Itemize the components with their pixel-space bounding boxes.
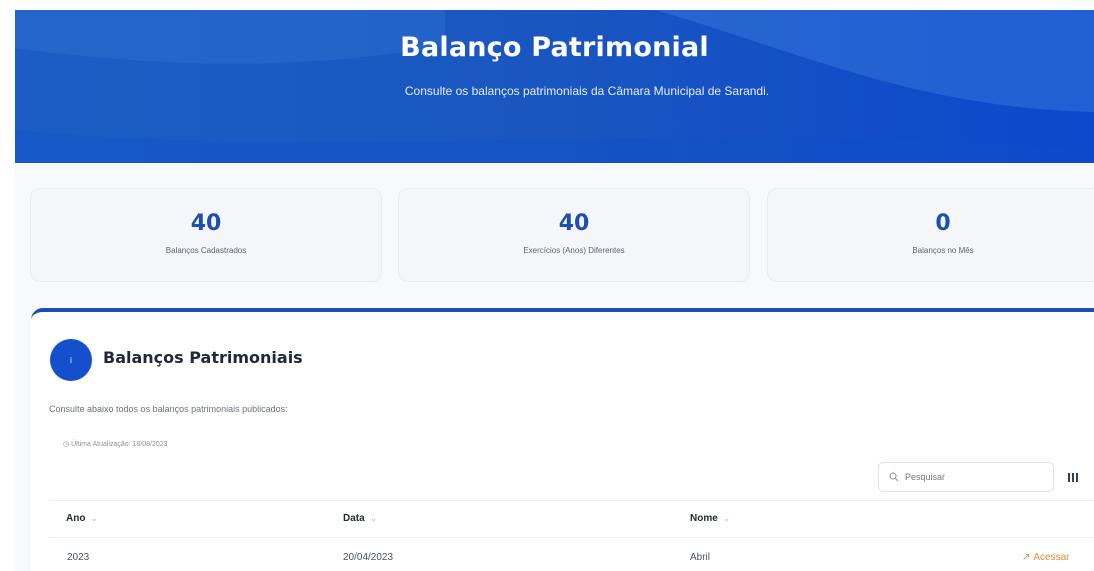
external-link-icon: ↗ xyxy=(1022,552,1031,563)
stat-card-balancos-no-mes: 0 Balanços no Mês xyxy=(767,188,1094,282)
cell-data: 20/04/2023 xyxy=(343,552,394,563)
search-input[interactable] xyxy=(905,472,1035,482)
columns-toggle-icon[interactable] xyxy=(1065,469,1081,485)
column-label: Ano xyxy=(66,513,86,524)
column-header-ano[interactable]: Ano ⌄ xyxy=(66,513,98,524)
panel-title: Balanços Patrimoniais xyxy=(103,348,303,367)
stat-value: 40 xyxy=(190,211,222,236)
column-header-nome[interactable]: Nome ⌄ xyxy=(690,513,730,524)
column-header-data[interactable]: Data ⌄ xyxy=(343,513,377,524)
stat-card-balancos-cadastrados: 40 Balanços Cadastrados xyxy=(30,188,382,282)
acessar-link[interactable]: ↗ Acessar xyxy=(1022,552,1070,563)
stat-label: Balanços no Mês xyxy=(912,246,974,255)
stat-value: 40 xyxy=(558,211,590,236)
stat-value: 0 xyxy=(935,211,951,236)
page-subtitle: Consulte os balanços patrimoniais da Câm… xyxy=(404,84,770,98)
table-header: Ano ⌄ Data ⌄ Nome ⌄ xyxy=(49,500,1094,538)
sort-icon: ⌄ xyxy=(722,513,731,523)
table-row: 2023 20/04/2023 Abril ↗ Acessar xyxy=(49,542,1094,571)
column-label: Nome xyxy=(690,513,718,524)
last-updated: ◷ Última Atualização: 18/08/2023 xyxy=(63,440,168,448)
cell-ano: 2023 xyxy=(67,552,90,563)
panel-description: Consulte abaixo todos os balanços patrim… xyxy=(49,404,288,414)
page-header: Balanço Patrimonial Consulte os balanços… xyxy=(15,10,1094,163)
stat-label: Exercícios (Anos) Diferentes xyxy=(523,246,625,255)
clock-icon: ◷ xyxy=(63,441,70,448)
stat-card-exercicios: 40 Exercícios (Anos) Diferentes xyxy=(398,188,750,282)
cell-nome: Abril xyxy=(690,552,711,563)
search-icon xyxy=(889,472,899,482)
sort-icon: ⌄ xyxy=(90,513,98,523)
acessar-label: Acessar xyxy=(1033,552,1070,563)
column-label: Data xyxy=(343,513,365,524)
last-updated-text: Última Atualização: 18/08/2023 xyxy=(71,441,168,448)
sort-icon: ⌄ xyxy=(369,513,378,523)
page-title: Balanço Patrimonial xyxy=(400,32,709,63)
balancos-panel: i Balanços Patrimoniais Consulte abaixo … xyxy=(31,308,1094,571)
search-box[interactable] xyxy=(878,462,1054,492)
stat-label: Balanços Cadastrados xyxy=(165,246,247,255)
info-icon: i xyxy=(50,339,92,381)
